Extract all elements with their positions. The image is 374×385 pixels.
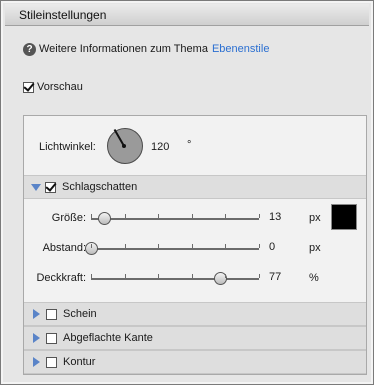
bevel-checkbox[interactable] [46, 332, 57, 344]
slider-tick [225, 274, 226, 278]
slider-tick [125, 244, 126, 248]
slider-tick [192, 274, 193, 278]
slider-tick [158, 214, 159, 218]
opacity-unit: % [309, 272, 319, 284]
preview-checkbox-row[interactable]: Vorschau [23, 81, 83, 93]
opacity-value[interactable]: 77 [269, 271, 281, 283]
size-slider[interactable] [91, 212, 260, 225]
drop-shadow-settings: Größe: 13 px Abstand: 0 px Deckkraft: 77… [24, 199, 366, 308]
dial-center [122, 144, 126, 148]
lighting-angle-label: Lichtwinkel: [39, 141, 96, 153]
opacity-slider[interactable] [91, 272, 260, 285]
opacity-label: Deckkraft: [36, 272, 86, 284]
slider-tick [225, 244, 226, 248]
preview-label: Vorschau [37, 81, 83, 93]
expand-triangle-icon[interactable] [31, 183, 41, 191]
glow-header[interactable]: Schein [24, 302, 366, 326]
help-icon: ? [23, 42, 36, 56]
window-title: Stileinstellungen [19, 8, 107, 22]
glow-checkbox[interactable] [46, 308, 57, 320]
layer-styles-link[interactable]: Ebenenstile [212, 43, 270, 55]
slider-tick [192, 244, 193, 248]
slider-tick [259, 244, 260, 248]
size-slider-thumb[interactable] [98, 212, 111, 225]
stroke-header[interactable]: Kontur [24, 350, 366, 374]
slider-tick [259, 214, 260, 218]
slider-tick [91, 214, 92, 218]
collapsed-triangle-icon[interactable] [33, 357, 40, 367]
collapsed-triangle-icon[interactable] [33, 333, 40, 343]
slider-tick [192, 214, 193, 218]
bevel-label: Abgeflachte Kante [63, 332, 153, 344]
size-value[interactable]: 13 [269, 211, 281, 223]
slider-tick [125, 214, 126, 218]
preview-checkbox[interactable] [23, 81, 34, 93]
distance-slider[interactable] [85, 242, 260, 255]
slider-tick [158, 244, 159, 248]
slider-tick [225, 214, 226, 218]
slider-tick [259, 274, 260, 278]
slider-tick [158, 274, 159, 278]
distance-unit: px [309, 242, 321, 254]
drop-shadow-label: Schlagschatten [62, 181, 138, 193]
lighting-angle-value[interactable]: 120 [151, 141, 169, 153]
slider-tick [91, 274, 92, 278]
stroke-label: Kontur [63, 356, 96, 368]
styles-panel: Lichtwinkel: 120 ° Schlagschatten Größe:… [23, 115, 367, 375]
title-bar: Stileinstellungen [5, 4, 369, 26]
drop-shadow-checkbox[interactable] [45, 181, 56, 193]
size-unit: px [309, 212, 321, 224]
drop-shadow-header[interactable]: Schlagschatten [24, 175, 366, 199]
help-text: Weitere Informationen zum Thema [39, 43, 208, 55]
collapsed-triangle-icon[interactable] [33, 309, 40, 319]
slider-tick [125, 274, 126, 278]
size-label: Größe: [51, 212, 86, 224]
style-settings-window: Stileinstellungen ? Weitere Informatione… [0, 0, 374, 385]
lighting-angle-area: Lichtwinkel: 120 ° [24, 116, 366, 175]
distance-value[interactable]: 0 [269, 241, 275, 253]
stroke-checkbox[interactable] [46, 356, 57, 368]
help-row: ? Weitere Informationen zum Thema Ebenen… [23, 41, 269, 57]
bevel-header[interactable]: Abgeflachte Kante [24, 326, 366, 350]
degree-unit: ° [187, 139, 192, 151]
glow-label: Schein [63, 308, 97, 320]
shadow-color-swatch[interactable] [331, 204, 357, 230]
distance-label: Abstand: [42, 242, 86, 254]
slider-tick [91, 244, 92, 248]
